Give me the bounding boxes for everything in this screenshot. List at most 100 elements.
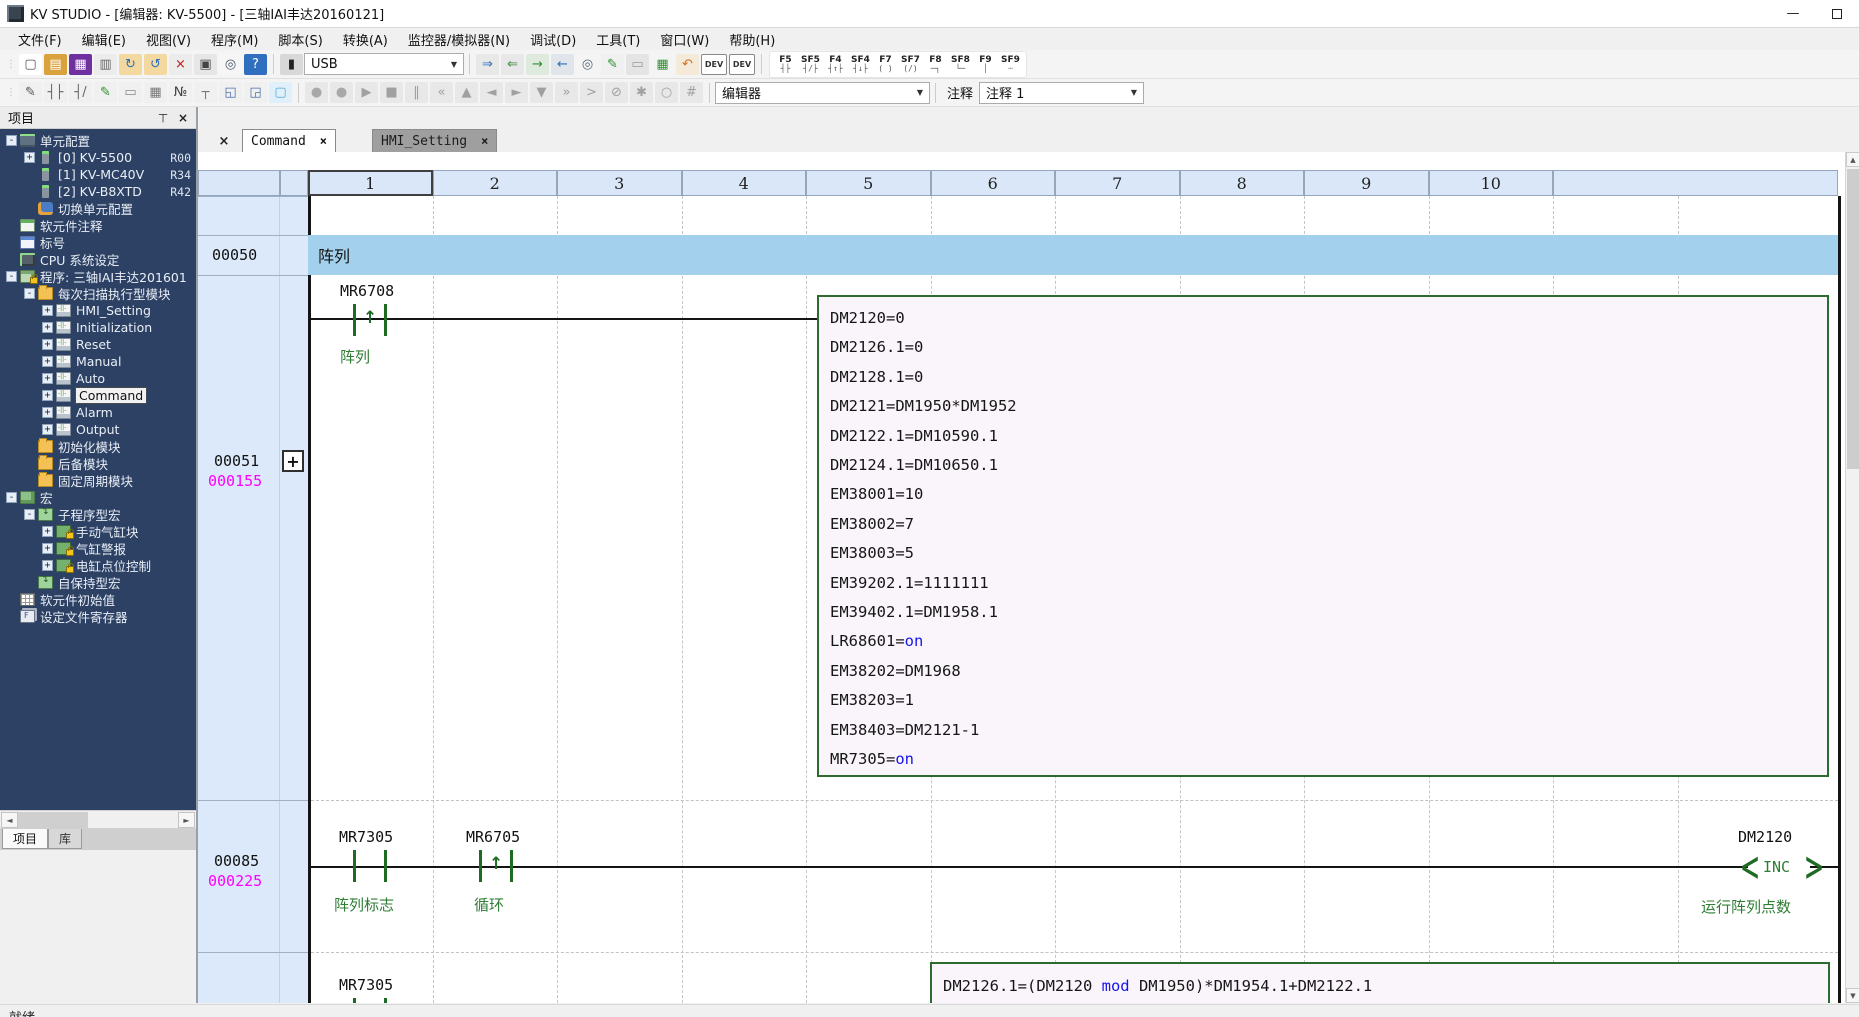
- pause-icon[interactable]: ‖: [405, 82, 428, 103]
- project-tree-hscrollbar[interactable]: ◄ ►: [0, 810, 196, 828]
- editor-vscrollbar[interactable]: ▲ ▼: [1845, 152, 1859, 1003]
- fkey-button-f5[interactable]: F5┤├: [773, 53, 798, 76]
- print-preview-icon[interactable]: ◎: [219, 54, 242, 75]
- monitor-icon[interactable]: ●: [330, 82, 353, 103]
- grid-column-header-10[interactable]: 10: [1429, 170, 1554, 196]
- grid-column-header-8[interactable]: 8: [1180, 170, 1305, 196]
- draw-check-icon[interactable]: ✎: [94, 82, 117, 103]
- hscroll-thumb[interactable]: [18, 812, 88, 828]
- grid-column-header-6[interactable]: 6: [931, 170, 1056, 196]
- fkey-button-sf5[interactable]: SF5┤/├: [798, 53, 823, 76]
- expand-icon[interactable]: +: [42, 407, 53, 418]
- usb-connection-select[interactable]: USB ▼: [304, 53, 464, 75]
- tree-item[interactable]: 切换单元配置: [0, 200, 196, 217]
- tree-item[interactable]: -子程序型宏: [0, 506, 196, 523]
- calc-icon[interactable]: #: [680, 82, 703, 103]
- fkey-button-f8[interactable]: F8─┐: [923, 53, 948, 76]
- save-monitor-icon[interactable]: ▥: [94, 54, 117, 75]
- expand-icon[interactable]: +: [42, 339, 53, 350]
- save-transfer-icon[interactable]: ↺: [144, 54, 167, 75]
- comment-read-icon[interactable]: ⇐: [501, 54, 524, 75]
- tree-item[interactable]: 标号: [0, 234, 196, 251]
- fkey-button-sf8[interactable]: SF8└─: [948, 53, 973, 76]
- screen-icon[interactable]: ▢: [269, 82, 292, 103]
- script-box[interactable]: DM2126.1=(DM2120 mod DM1950)*DM1954.1+DM…: [930, 962, 1830, 1003]
- save-project-icon[interactable]: ▦: [69, 54, 92, 75]
- fkey-button-f4[interactable]: F4┤↑├: [823, 53, 848, 76]
- close-icon[interactable]: ×: [320, 134, 327, 148]
- instruction-box-icon[interactable]: ▭: [119, 82, 142, 103]
- find-device-icon[interactable]: ◎: [576, 54, 599, 75]
- expand-icon[interactable]: +: [42, 526, 53, 537]
- open-transfer-icon[interactable]: ↻: [119, 54, 142, 75]
- document-tab-command[interactable]: Command×: [242, 129, 336, 152]
- comment-set-select[interactable]: 注释 1 ▼: [979, 82, 1144, 104]
- menu-item[interactable]: 帮助(H): [719, 28, 785, 51]
- script-box[interactable]: DM2120=0DM2126.1=0DM2128.1=0DM2121=DM195…: [817, 295, 1829, 777]
- menu-item[interactable]: 程序(M): [201, 28, 268, 51]
- expand-rung-button[interactable]: +: [282, 450, 304, 472]
- menu-item[interactable]: 窗口(W): [650, 28, 719, 51]
- tree-item[interactable]: +气缸警报: [0, 540, 196, 557]
- collapse-icon[interactable]: -: [6, 271, 17, 282]
- monitor-transfer-icon[interactable]: ⇒: [476, 54, 499, 75]
- contact-mr6708[interactable]: MR6708 ↑ 阵列: [348, 282, 394, 358]
- register-comment-icon[interactable]: ✎: [601, 54, 624, 75]
- delete-hmi-icon[interactable]: ×: [169, 54, 192, 75]
- stop-icon[interactable]: ■: [380, 82, 403, 103]
- mnemonic-icon[interactable]: №: [169, 82, 192, 103]
- step-next-icon[interactable]: ►: [505, 82, 528, 103]
- menu-item[interactable]: 文件(F): [8, 28, 72, 51]
- tree-item[interactable]: +手动气缸块: [0, 523, 196, 540]
- edit-pencil-icon[interactable]: ✎: [19, 82, 42, 103]
- tree-item[interactable]: 软元件注释: [0, 217, 196, 234]
- tree-item[interactable]: +HMI_Setting: [0, 302, 196, 319]
- contact-mr6705[interactable]: MR6705 ↑ 循环: [474, 828, 520, 912]
- close-icon[interactable]: ×: [174, 109, 192, 127]
- expand-icon[interactable]: +: [42, 305, 53, 316]
- usage-window-icon[interactable]: ▦: [144, 82, 167, 103]
- expand-icon[interactable]: +: [42, 373, 53, 384]
- tree-item[interactable]: 软元件初始值: [0, 591, 196, 608]
- expand-icon[interactable]: +: [42, 390, 53, 401]
- collapse-icon[interactable]: -: [24, 288, 35, 299]
- tree-item[interactable]: 初始化模块: [0, 438, 196, 455]
- branch-icon[interactable]: ┬: [194, 82, 217, 103]
- collapse-icon[interactable]: -: [6, 135, 17, 146]
- tree-item[interactable]: 设定文件寄存器: [0, 608, 196, 625]
- play-icon[interactable]: ▶: [355, 82, 378, 103]
- grid-column-header-1[interactable]: 1: [308, 170, 433, 196]
- clear-device-icon[interactable]: ▭: [626, 54, 649, 75]
- timer-icon[interactable]: ○: [655, 82, 678, 103]
- forward-icon[interactable]: »: [555, 82, 578, 103]
- rung-comment-band[interactable]: [308, 235, 1838, 275]
- b-contact-icon[interactable]: ┤/: [69, 82, 92, 103]
- fkey-button-f9[interactable]: F9│: [973, 53, 998, 76]
- usb-device-icon[interactable]: ▮: [280, 54, 303, 75]
- grid-column-header-2[interactable]: 2: [433, 170, 558, 196]
- record-icon[interactable]: ●: [305, 82, 328, 103]
- tree-item[interactable]: [2] KV-B8XTDR42: [0, 183, 196, 200]
- close-icon[interactable]: ×: [481, 134, 488, 148]
- scroll-right-icon[interactable]: ►: [178, 812, 195, 828]
- no-exec-icon[interactable]: ⊘: [605, 82, 628, 103]
- menu-item[interactable]: 调试(D): [520, 28, 586, 51]
- fkey-button-f7[interactable]: F7( ): [873, 53, 898, 76]
- tree-item[interactable]: +电缸点位控制: [0, 557, 196, 574]
- expand-icon[interactable]: +: [42, 322, 53, 333]
- minimize-button[interactable]: —: [1771, 0, 1815, 27]
- document-tab-hmi_setting[interactable]: HMI_Setting×: [372, 129, 497, 152]
- menu-item[interactable]: 监控器/模拟器(N): [398, 28, 520, 51]
- menu-item[interactable]: 工具(T): [586, 28, 650, 51]
- coil-inc-dm2120[interactable]: DM2120 < INC > 运行阵列点数: [1693, 828, 1843, 918]
- expand-icon[interactable]: +: [42, 424, 53, 435]
- fkey-button-sf4[interactable]: SF4┤↓├: [848, 53, 873, 76]
- collapse-icon[interactable]: -: [24, 509, 35, 520]
- transfer-undo-icon[interactable]: ↶: [676, 54, 699, 75]
- contact-mr7305-2[interactable]: MR7305: [348, 976, 394, 1003]
- grid-column-header-9[interactable]: 9: [1304, 170, 1429, 196]
- tree-item[interactable]: 固定周期模块: [0, 472, 196, 489]
- window-del-icon[interactable]: ◲: [244, 82, 267, 103]
- grid-column-header-3[interactable]: 3: [557, 170, 682, 196]
- expand-icon[interactable]: +: [42, 543, 53, 554]
